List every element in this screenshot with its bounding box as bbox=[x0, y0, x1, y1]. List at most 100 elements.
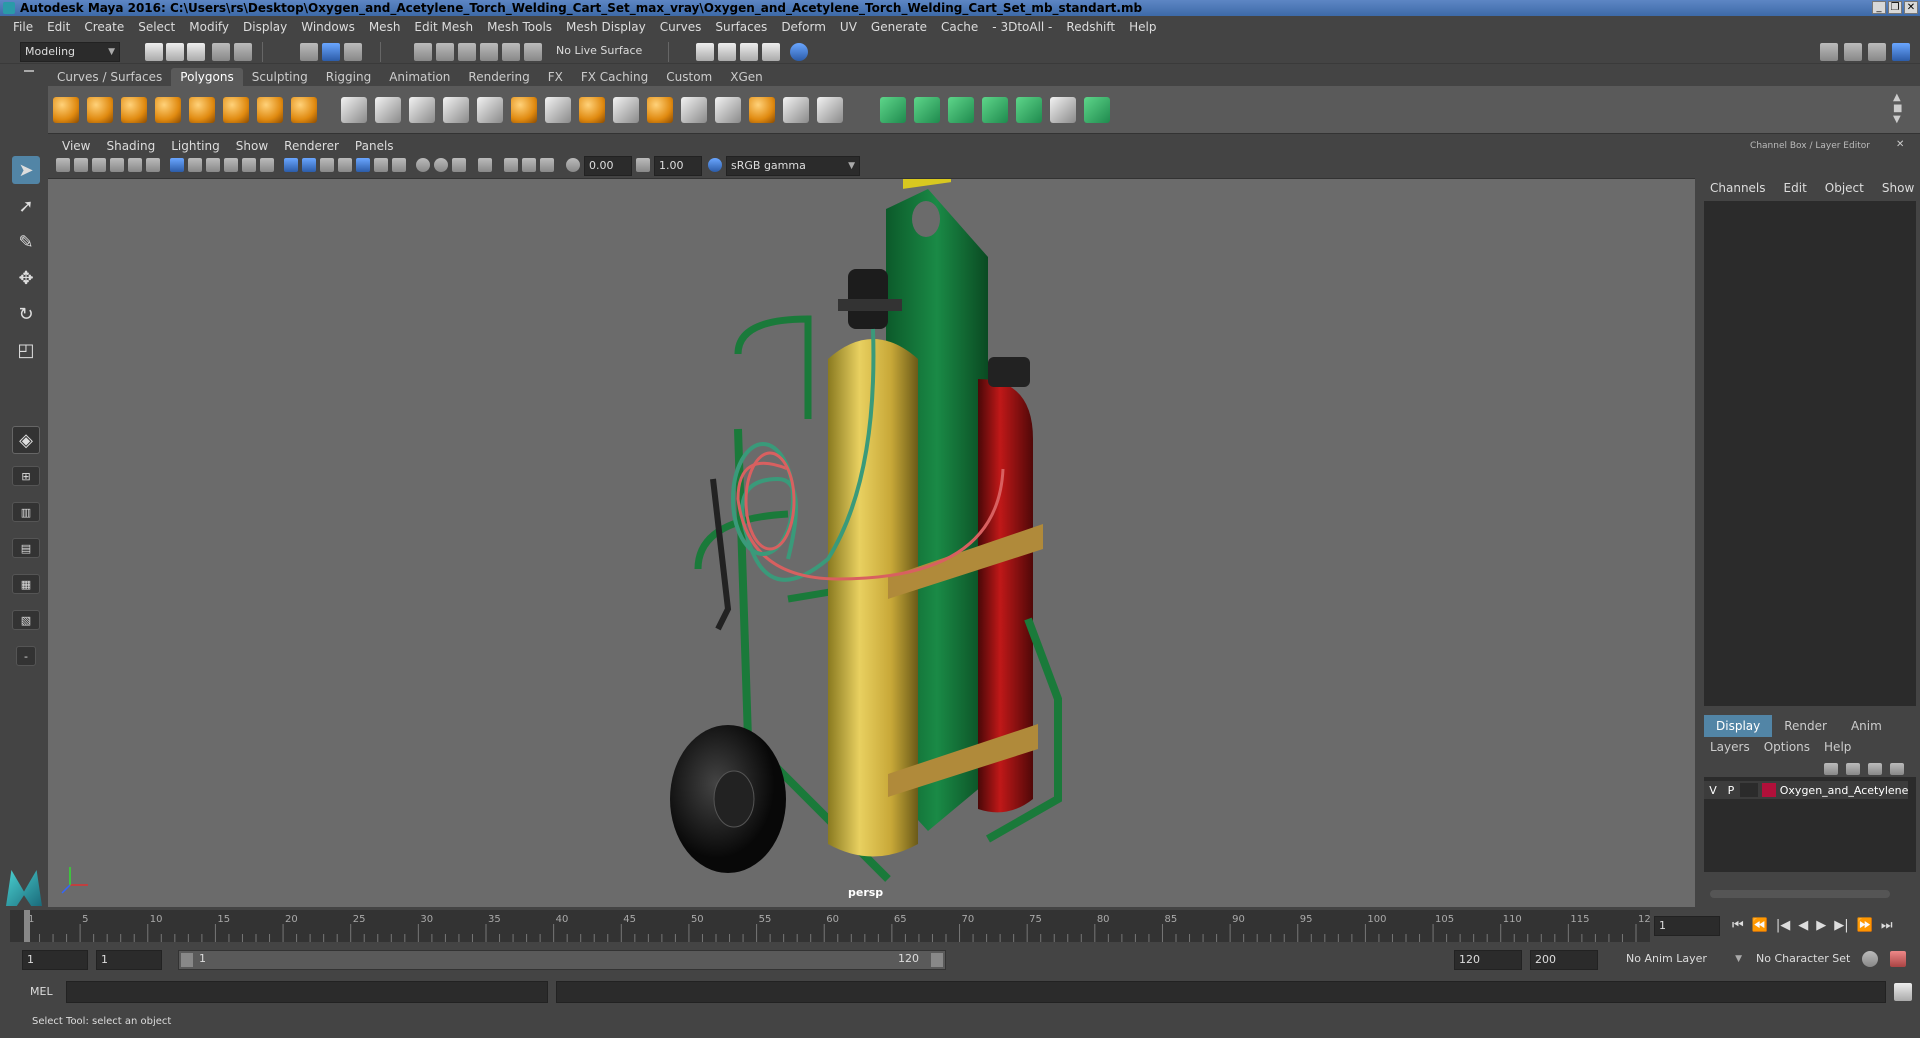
append-to-polygon-icon[interactable] bbox=[749, 97, 775, 123]
menu-mesh[interactable]: Mesh bbox=[362, 20, 408, 34]
uv-layout-icon[interactable]: ▧ bbox=[12, 610, 40, 630]
scale-tool-icon[interactable]: ◰ bbox=[12, 336, 40, 364]
layer-tab-anim[interactable]: Anim bbox=[1839, 715, 1894, 737]
shelf-tab-sculpting[interactable]: Sculpting bbox=[243, 68, 317, 86]
uv-editor-icon[interactable] bbox=[1016, 97, 1042, 123]
shelf-tab-xgen[interactable]: XGen bbox=[721, 68, 772, 86]
combine-icon[interactable] bbox=[341, 97, 367, 123]
start-time-field[interactable]: 1 bbox=[22, 950, 88, 970]
spherical-mapping-icon[interactable] bbox=[948, 97, 974, 123]
smooth-shade-icon[interactable] bbox=[302, 158, 316, 172]
modeling-toolkit-icon[interactable] bbox=[1820, 43, 1838, 61]
menu-select[interactable]: Select bbox=[131, 20, 182, 34]
mode-selector[interactable]: Modeling ▼ bbox=[20, 42, 120, 62]
play-forwards-icon[interactable]: ▶ bbox=[1816, 918, 1826, 933]
motion-blur-icon[interactable] bbox=[434, 158, 448, 172]
viewport-menu-view[interactable]: View bbox=[54, 139, 98, 153]
channel-box-menu-channels[interactable]: Channels bbox=[1710, 181, 1766, 195]
menu-surfaces[interactable]: Surfaces bbox=[708, 20, 774, 34]
hypershade-layout-icon[interactable]: ▦ bbox=[12, 574, 40, 594]
layer-menu-options[interactable]: Options bbox=[1764, 740, 1810, 754]
move-layer-up-icon[interactable] bbox=[1824, 763, 1838, 775]
undo-icon[interactable] bbox=[212, 43, 230, 61]
bookmarks-icon[interactable] bbox=[92, 158, 106, 172]
uv-toolkit-icon[interactable] bbox=[1084, 97, 1110, 123]
field-chart-icon[interactable] bbox=[242, 158, 256, 172]
xray-joints-icon[interactable] bbox=[522, 158, 536, 172]
new-layer-selected-icon[interactable] bbox=[1890, 763, 1904, 775]
command-language-label[interactable]: MEL bbox=[30, 985, 53, 998]
boolean-icon[interactable] bbox=[477, 97, 503, 123]
select-by-hierarchy-icon[interactable] bbox=[300, 43, 318, 61]
step-back-key-icon[interactable]: ⏪ bbox=[1752, 918, 1768, 933]
step-forward-frame-icon[interactable]: ▶| bbox=[1834, 918, 1848, 933]
select-camera-icon[interactable] bbox=[56, 158, 70, 172]
paint-select-tool-icon[interactable]: ✎ bbox=[12, 228, 40, 256]
offset-edge-loop-icon[interactable] bbox=[715, 97, 741, 123]
select-by-component-icon[interactable] bbox=[344, 43, 362, 61]
channel-box-menu-edit[interactable]: Edit bbox=[1784, 181, 1807, 195]
menu-edit-mesh[interactable]: Edit Mesh bbox=[407, 20, 480, 34]
extrude-icon[interactable] bbox=[579, 97, 605, 123]
menu-file[interactable]: File bbox=[6, 20, 40, 34]
channel-box-menu-object[interactable]: Object bbox=[1825, 181, 1864, 195]
mirror-icon[interactable] bbox=[511, 97, 537, 123]
isolate-select-icon[interactable] bbox=[478, 158, 492, 172]
minimize-icon[interactable]: _ bbox=[1872, 1, 1886, 14]
smooth-icon[interactable] bbox=[443, 97, 469, 123]
poly-cylinder-icon[interactable] bbox=[121, 97, 147, 123]
grid-toggle-icon[interactable] bbox=[170, 158, 184, 172]
multi-cut-icon[interactable] bbox=[545, 97, 571, 123]
viewport-menu-shading[interactable]: Shading bbox=[98, 139, 163, 153]
open-scene-icon[interactable] bbox=[166, 43, 184, 61]
make-live-icon[interactable] bbox=[502, 43, 520, 61]
anti-aliasing-icon[interactable] bbox=[452, 158, 466, 172]
step-forward-key-icon[interactable]: ⏩ bbox=[1857, 918, 1873, 933]
snap-to-grid-icon[interactable] bbox=[414, 43, 432, 61]
four-view-layout-icon[interactable]: ⊞ bbox=[12, 466, 40, 486]
current-time-marker[interactable] bbox=[24, 910, 30, 942]
go-to-start-icon[interactable]: ⏮ bbox=[1732, 918, 1744, 933]
gamma-field[interactable]: 1.00 bbox=[654, 156, 702, 176]
planar-mapping-icon[interactable] bbox=[880, 97, 906, 123]
range-end-handle[interactable] bbox=[931, 953, 943, 967]
viewport-menu-show[interactable]: Show bbox=[228, 139, 276, 153]
range-start-handle[interactable] bbox=[181, 953, 193, 967]
menu-uv[interactable]: UV bbox=[833, 20, 864, 34]
menu-windows[interactable]: Windows bbox=[294, 20, 362, 34]
shelf-tab-rigging[interactable]: Rigging bbox=[317, 68, 380, 86]
shelf-scroll-icon[interactable]: ▲ ■ ▼ bbox=[1893, 92, 1902, 125]
bridge-icon[interactable] bbox=[613, 97, 639, 123]
layer-display-type[interactable] bbox=[1739, 783, 1758, 797]
use-default-material-icon[interactable] bbox=[320, 158, 334, 172]
shadows-icon[interactable] bbox=[392, 158, 406, 172]
panel-close-icon[interactable]: ✕ bbox=[1896, 139, 1904, 150]
menu-mesh-display[interactable]: Mesh Display bbox=[559, 20, 653, 34]
layer-menu-layers[interactable]: Layers bbox=[1710, 740, 1750, 754]
menu-deform[interactable]: Deform bbox=[774, 20, 833, 34]
shelf-tab-curves-surfaces[interactable]: Curves / Surfaces bbox=[48, 68, 171, 86]
poly-pipe-icon[interactable] bbox=[291, 97, 317, 123]
menu-3dtoall[interactable]: - 3DtoAll - bbox=[985, 20, 1059, 34]
command-input[interactable] bbox=[66, 981, 548, 1003]
separate-icon[interactable] bbox=[375, 97, 401, 123]
bevel-icon[interactable] bbox=[647, 97, 673, 123]
tool-settings-icon[interactable] bbox=[1868, 43, 1886, 61]
lasso-tool-icon[interactable]: ➚ bbox=[12, 192, 40, 220]
play-backwards-icon[interactable]: ◀ bbox=[1798, 918, 1808, 933]
poly-sphere-icon[interactable] bbox=[53, 97, 79, 123]
render-current-frame-icon[interactable] bbox=[696, 43, 714, 61]
menu-cache[interactable]: Cache bbox=[934, 20, 985, 34]
shelf-tab-animation[interactable]: Animation bbox=[380, 68, 459, 86]
xray-icon[interactable] bbox=[504, 158, 518, 172]
animation-preferences-icon[interactable] bbox=[1890, 951, 1906, 967]
wireframe-icon[interactable] bbox=[284, 158, 298, 172]
select-tool-icon[interactable]: ➤ bbox=[12, 156, 40, 184]
attribute-editor-icon[interactable] bbox=[1844, 43, 1862, 61]
menu-modify[interactable]: Modify bbox=[182, 20, 236, 34]
channel-box-area[interactable] bbox=[1704, 201, 1916, 706]
step-back-frame-icon[interactable]: |◀ bbox=[1776, 918, 1790, 933]
close-icon[interactable]: ✕ bbox=[1904, 1, 1918, 14]
redo-icon[interactable] bbox=[234, 43, 252, 61]
script-editor-icon[interactable] bbox=[1894, 983, 1912, 1001]
